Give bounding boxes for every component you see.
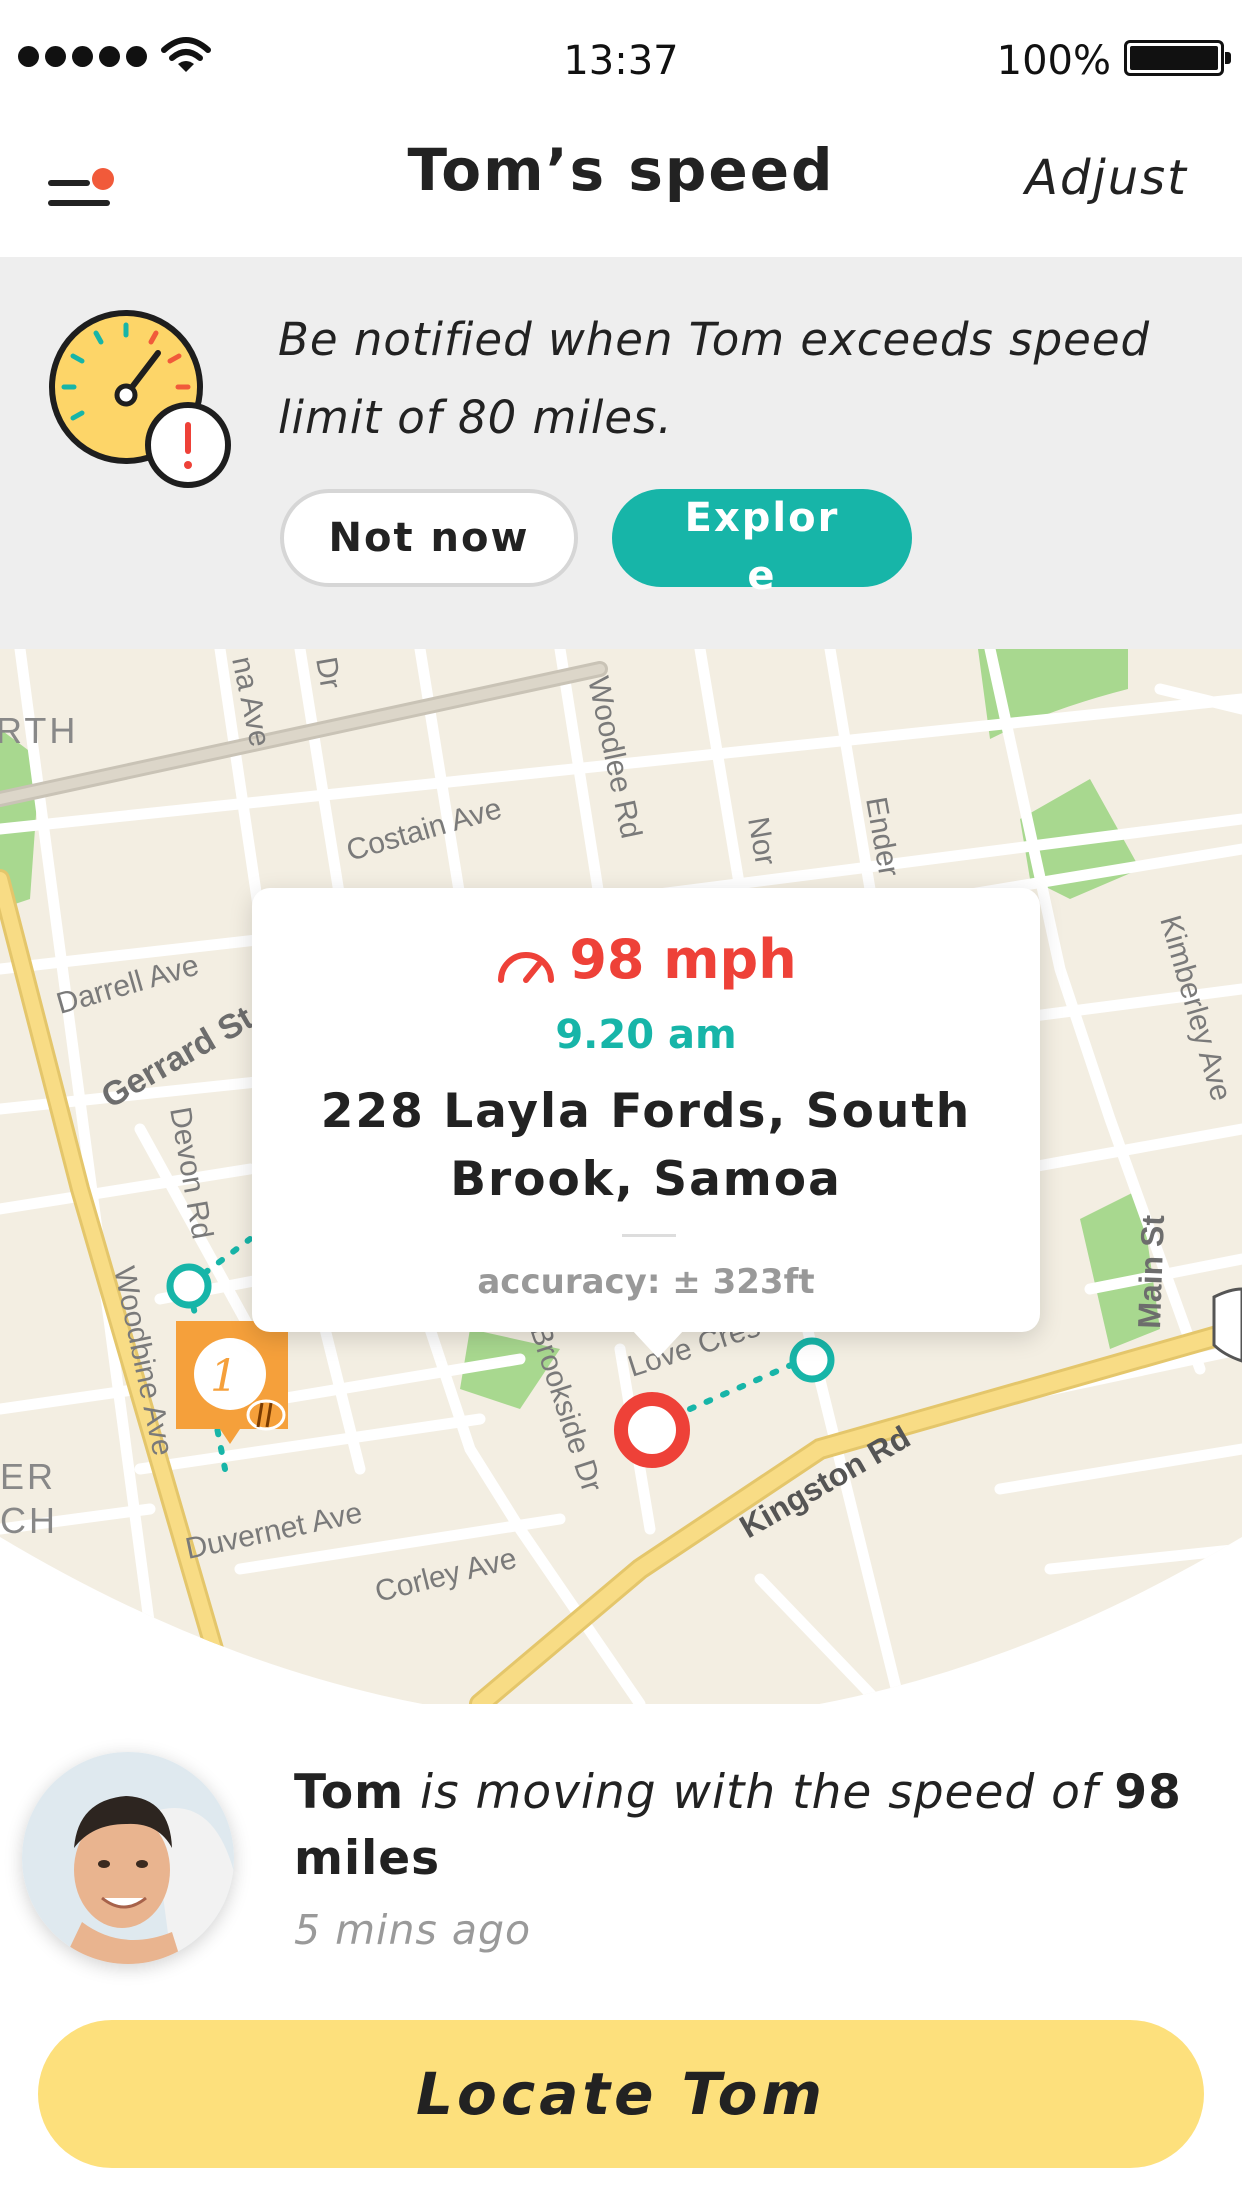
street-label: Dr	[309, 654, 347, 691]
speed-info-popup[interactable]: 98 mph 9.20 am 228 Layla Fords, South Br…	[252, 888, 1040, 1358]
explore-button[interactable]: Explore	[612, 489, 912, 599]
current-location-marker[interactable]	[614, 1392, 690, 1468]
locate-button[interactable]: Locate Tom	[38, 2020, 1204, 2168]
cluster-count: 1	[210, 1351, 238, 1402]
adjust-button[interactable]: Adjust	[1025, 150, 1188, 206]
status-middle-text: is moving with the speed of	[420, 1765, 1099, 1820]
speed-alert-banner: Be notified when Tom exceeds speed limit…	[0, 257, 1242, 649]
popup-speed-value: 98 mph	[569, 928, 797, 991]
speedometer-alert-icon	[49, 310, 231, 488]
area-label: ER	[0, 1456, 56, 1497]
status-bar: 13:37 100%	[0, 0, 1242, 120]
person-name: Tom	[294, 1765, 405, 1820]
speed-status-message: Tom is moving with the speed of 98 miles	[294, 1760, 1194, 1892]
divider	[622, 1234, 676, 1237]
popup-time: 9.20 am	[555, 1012, 737, 1058]
route-point[interactable]	[166, 1263, 212, 1309]
nav-bar: Tom’s speed Adjust	[0, 120, 1242, 257]
banner-message: Be notified when Tom exceeds speed limit…	[278, 313, 1151, 444]
route-point[interactable]	[789, 1337, 835, 1383]
battery-icon	[1124, 40, 1231, 76]
avatar[interactable]	[22, 1752, 234, 1964]
photo-cluster-marker[interactable]: 1	[176, 1321, 288, 1444]
speed-value: 98	[1114, 1765, 1182, 1820]
speedometer-icon	[498, 952, 555, 983]
street-label: Main St	[1131, 1214, 1171, 1329]
highway-shield-icon	[1212, 1287, 1242, 1364]
popup-speed: 98 mph	[252, 928, 1040, 991]
popup-accuracy: accuracy: ± 323ft	[477, 1262, 815, 1302]
not-now-button[interactable]: Not now	[280, 489, 578, 587]
battery-percent: 100%	[996, 38, 1111, 84]
speed-unit: miles	[294, 1831, 441, 1886]
area-label: CH	[0, 1500, 58, 1541]
popup-address: 228 Layla Fords, South Brook, Samoa	[320, 1084, 972, 1207]
area-label: RTH	[0, 710, 78, 751]
status-time-ago: 5 mins ago	[294, 1906, 532, 1954]
